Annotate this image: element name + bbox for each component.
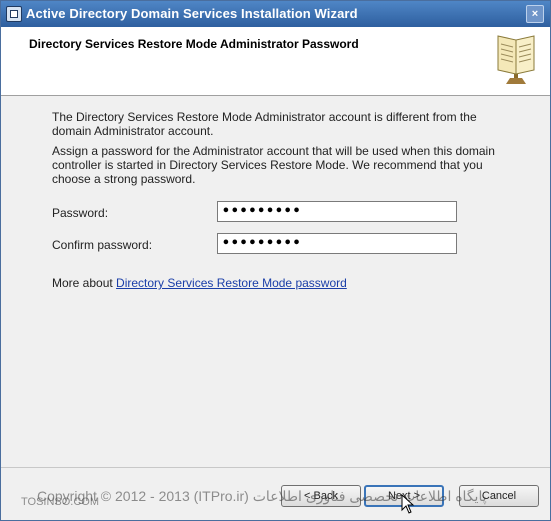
book-icon (497, 35, 535, 84)
site-watermark: TOSINSO.COM (21, 496, 100, 508)
more-about-prefix: More about (52, 276, 113, 290)
confirm-password-label: Confirm password: (52, 238, 153, 252)
wizard-window: Active Directory Domain Services Install… (0, 0, 551, 521)
confirm-password-input[interactable]: ••••••••• (217, 233, 457, 254)
copyright-watermark: Copyright © 2012 - 2013 (ITPro.ir) پایگا… (37, 488, 487, 504)
title-bar[interactable]: Active Directory Domain Services Install… (1, 1, 550, 27)
instructions-text: Assign a password for the Administrator … (52, 144, 495, 186)
app-icon (6, 6, 22, 22)
mouse-cursor-icon (401, 494, 415, 514)
close-button[interactable]: × (526, 5, 544, 23)
wizard-footer: < Back Next > Cancel Copyright © 2012 - … (1, 467, 550, 520)
window-title: Active Directory Domain Services Install… (26, 6, 358, 21)
wizard-header: Directory Services Restore Mode Administ… (1, 27, 550, 96)
password-input[interactable]: ••••••••• (217, 201, 457, 222)
intro-text: The Directory Services Restore Mode Admi… (52, 110, 477, 138)
page-title: Directory Services Restore Mode Administ… (29, 37, 359, 51)
restore-mode-password-link[interactable]: Directory Services Restore Mode password (116, 276, 347, 290)
more-about-line: More about Directory Services Restore Mo… (52, 276, 347, 290)
password-label: Password: (52, 206, 109, 220)
wizard-content: The Directory Services Restore Mode Admi… (1, 96, 550, 466)
